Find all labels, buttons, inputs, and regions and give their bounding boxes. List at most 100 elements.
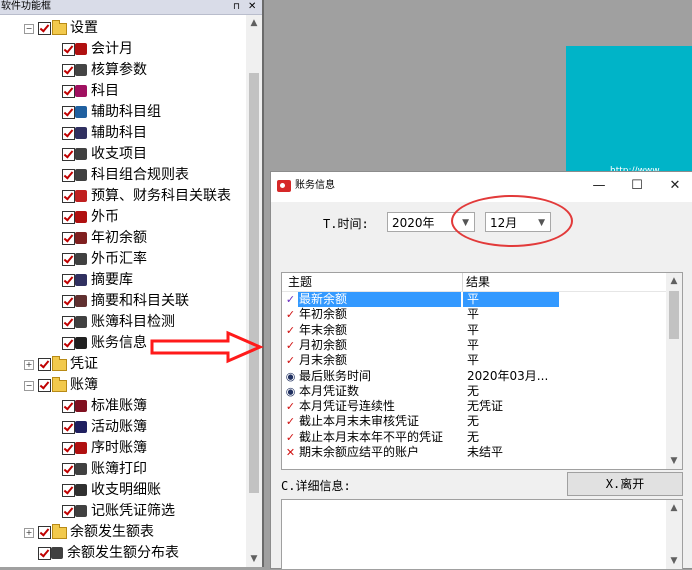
- list-item[interactable]: ✓ 截止本月末本年不平的凭证 无: [282, 430, 666, 445]
- checkbox[interactable]: [62, 442, 75, 455]
- checkbox[interactable]: [62, 64, 75, 77]
- check-mark: ✓: [285, 308, 296, 322]
- list-item[interactable]: ◉ 本月凭证数 无: [282, 384, 666, 399]
- tree-item[interactable]: 标准账簿: [0, 396, 246, 417]
- checkbox[interactable]: [62, 211, 75, 224]
- checkbox[interactable]: [62, 190, 75, 203]
- ledger-icon: [75, 400, 87, 412]
- expand-icon[interactable]: +: [24, 360, 34, 370]
- info-list[interactable]: 主题 结果 ✓ 最新余额平 ✓ 年初余额平 ✓ 年末余额平 ✓ 月初余额平 ✓ 月末余额平 ◉ 最后账…: [281, 272, 683, 470]
- tree-item[interactable]: 账簿打印: [0, 459, 246, 480]
- list-scrollbar[interactable]: ▲ ▼: [666, 273, 682, 469]
- checkbox[interactable]: [62, 484, 75, 497]
- checkbox[interactable]: [62, 463, 75, 476]
- tree-item[interactable]: 核算参数: [0, 60, 246, 81]
- folder-icon: [52, 20, 67, 35]
- tree-item[interactable]: 收支明细账: [0, 480, 246, 501]
- tree-item-label: 核算参数: [91, 62, 147, 78]
- pin-icon[interactable]: ⊓: [233, 0, 240, 14]
- scroll-thumb[interactable]: [669, 291, 679, 339]
- tree-item-label: 记账凭证筛选: [91, 503, 175, 519]
- function-tree: − 设置 会计月核算参数科目辅助科目组辅助科目 收支项目 科目组合规则表 预算、财务科目关…: [0, 15, 246, 567]
- tree-item[interactable]: 收支项目: [0, 144, 246, 165]
- checkbox[interactable]: [62, 505, 75, 518]
- tree-item[interactable]: 科目: [0, 81, 246, 102]
- tree-item[interactable]: 预算、财务科目关联表: [0, 186, 246, 207]
- column-result[interactable]: 结果: [466, 273, 490, 291]
- column-topic[interactable]: 主题: [288, 273, 312, 291]
- checkbox[interactable]: [38, 22, 51, 35]
- checkbox[interactable]: [38, 379, 51, 392]
- tree-item[interactable]: 辅助科目: [0, 123, 246, 144]
- tree-item[interactable]: 年初余额: [0, 228, 246, 249]
- tree-item[interactable]: 辅助科目组: [0, 102, 246, 123]
- checkbox[interactable]: [62, 106, 75, 119]
- checkbox[interactable]: [62, 400, 75, 413]
- checkbox[interactable]: [62, 316, 75, 329]
- checkbox[interactable]: [62, 232, 75, 245]
- panel-close-icon[interactable]: ✕: [248, 0, 256, 14]
- checkbox[interactable]: [62, 295, 75, 308]
- relation-icon: [75, 295, 87, 307]
- checkbox[interactable]: [38, 526, 51, 539]
- tree-item-label: 序时账簿: [91, 440, 147, 456]
- scroll-up-icon[interactable]: ▲: [666, 500, 682, 516]
- eye-icon: ◉: [285, 369, 296, 383]
- checkbox[interactable]: [62, 148, 75, 161]
- tree-item-label: 账簿: [70, 377, 98, 393]
- leave-button[interactable]: X.离开: [567, 472, 683, 496]
- tree-item[interactable]: 序时账簿: [0, 438, 246, 459]
- checkbox[interactable]: [62, 421, 75, 434]
- close-button[interactable]: ✕: [665, 176, 685, 196]
- list-item[interactable]: ✕ 期末余额应结平的账户 未结平: [282, 445, 666, 460]
- panel-scrollbar[interactable]: ▲ ▼: [246, 15, 262, 567]
- tree-item[interactable]: 会计月: [0, 39, 246, 60]
- annotation-arrow: [150, 330, 264, 364]
- tree-item[interactable]: 记账凭证筛选: [0, 501, 246, 522]
- collapse-icon[interactable]: −: [24, 24, 34, 34]
- scroll-down-icon[interactable]: ▼: [246, 551, 262, 567]
- checkbox[interactable]: [62, 274, 75, 287]
- scroll-down-icon[interactable]: ▼: [666, 453, 682, 469]
- tree-folder[interactable]: − 设置: [0, 18, 246, 39]
- check-icon: [75, 316, 87, 328]
- row-topic: 年初余额: [299, 307, 348, 322]
- collapse-icon[interactable]: −: [24, 381, 34, 391]
- check-mark: ✓: [285, 415, 296, 429]
- scroll-up-icon[interactable]: ▲: [666, 273, 682, 289]
- list-item[interactable]: ✓ 本月凭证号连续性 无凭证: [282, 399, 666, 414]
- list-item[interactable]: ✓ 年初余额 平: [282, 307, 666, 322]
- list-item[interactable]: ✓ 月初余额 平: [282, 338, 666, 353]
- list-item[interactable]: ✓ 月末余额 平: [282, 353, 666, 368]
- detail-textbox[interactable]: ▲ ▼: [281, 499, 683, 570]
- minimize-button[interactable]: —: [589, 176, 609, 196]
- checkbox[interactable]: [62, 169, 75, 182]
- tree-item-label: 年初余额: [91, 230, 147, 246]
- tree-item[interactable]: 余额发生额分布表: [0, 543, 246, 564]
- tree-item[interactable]: 科目组合规则表: [0, 165, 246, 186]
- detail-scrollbar[interactable]: ▲ ▼: [666, 500, 682, 569]
- checkbox[interactable]: [62, 253, 75, 266]
- list-item[interactable]: ✓ 最新余额平: [282, 292, 666, 307]
- tree-folder[interactable]: − 账簿: [0, 375, 246, 396]
- scroll-thumb[interactable]: [249, 73, 259, 493]
- checkbox[interactable]: [38, 358, 51, 371]
- checkbox[interactable]: [62, 337, 75, 350]
- tree-item[interactable]: 摘要和科目关联: [0, 291, 246, 312]
- checkbox[interactable]: [62, 43, 75, 56]
- tree-item-label: 辅助科目组: [91, 104, 161, 120]
- checkbox[interactable]: [62, 85, 75, 98]
- tree-item[interactable]: 外币: [0, 207, 246, 228]
- list-item[interactable]: ✓ 年末余额 平: [282, 323, 666, 338]
- tree-item[interactable]: 外币汇率: [0, 249, 246, 270]
- list-item[interactable]: ◉ 最后账务时间 2020年03月...: [282, 369, 666, 384]
- scroll-up-icon[interactable]: ▲: [246, 15, 262, 31]
- list-item[interactable]: ✓ 截止本月末未审核凭证 无: [282, 414, 666, 429]
- tree-folder[interactable]: + 余额发生额表: [0, 522, 246, 543]
- tree-item[interactable]: 摘要库: [0, 270, 246, 291]
- checkbox[interactable]: [38, 547, 51, 560]
- maximize-button[interactable]: ☐: [627, 176, 647, 196]
- expand-icon[interactable]: +: [24, 528, 34, 538]
- checkbox[interactable]: [62, 127, 75, 140]
- tree-item[interactable]: 活动账簿: [0, 417, 246, 438]
